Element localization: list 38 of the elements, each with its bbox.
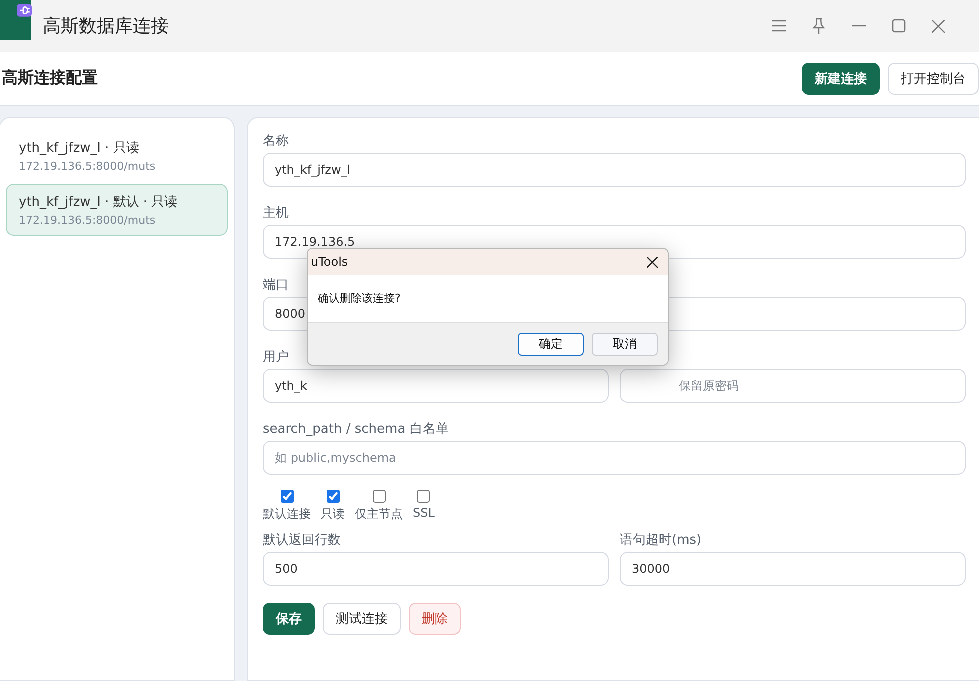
input-field[interactable]: 如 public,myschema [263, 441, 966, 475]
input-field[interactable]: yth_k [263, 369, 609, 403]
input-field[interactable]: 30000 [620, 552, 966, 586]
checkbox-label: 只读 [321, 506, 345, 523]
connection-item[interactable]: yth_kf_jfzw_l · 默认 · 只读 172.19.136.5:8000/muts [6, 184, 228, 236]
password-field[interactable]: 保留原密码 [620, 369, 966, 403]
field-label: 用户 [263, 349, 290, 363]
window-title: 高斯数据库连接 [43, 15, 169, 38]
checkbox[interactable] [280, 490, 294, 503]
field-label: 主机 [263, 205, 290, 219]
connection-item[interactable]: yth_kf_jfzw_l · 只读 172.19.136.5:8000/muts [6, 130, 228, 182]
input-field[interactable]: yth_kf_jfzw_l [263, 153, 966, 187]
checkbox[interactable] [372, 490, 386, 503]
field-label: 名称 [263, 133, 290, 147]
checkbox-label: 仅主节点 [355, 506, 403, 523]
minimize-icon[interactable] [852, 25, 866, 27]
header-button[interactable]: 打开控制台 [888, 62, 979, 94]
pin-icon[interactable] [812, 18, 826, 34]
checkbox[interactable] [326, 490, 340, 503]
field-label: 语句超时(ms) [620, 532, 703, 546]
close-icon[interactable] [647, 256, 658, 268]
field-label: 端口 [263, 277, 290, 291]
checkbox-label: SSL [413, 506, 435, 520]
action-button[interactable]: 测试连接 [323, 603, 401, 635]
field-label: search_path / schema 白名单 [263, 421, 450, 435]
input-field[interactable]: 500 [263, 552, 609, 586]
action-button[interactable]: 保存 [263, 603, 315, 635]
header-button[interactable]: 新建连接 [802, 62, 880, 94]
checkbox-label: 默认连接 [263, 506, 311, 523]
dialog-button[interactable]: 确定 [518, 332, 584, 356]
action-button[interactable]: 删除 [409, 603, 461, 635]
checkbox[interactable] [417, 490, 430, 503]
dialog-button[interactable]: 取消 [592, 332, 658, 356]
maximize-icon[interactable] [892, 19, 906, 33]
page-title: 高斯连接配置 [2, 68, 98, 89]
menu-icon[interactable] [772, 20, 786, 32]
field-label: 默认返回行数 [263, 532, 342, 546]
dialog-message: 确认删除该连接? [318, 291, 401, 306]
